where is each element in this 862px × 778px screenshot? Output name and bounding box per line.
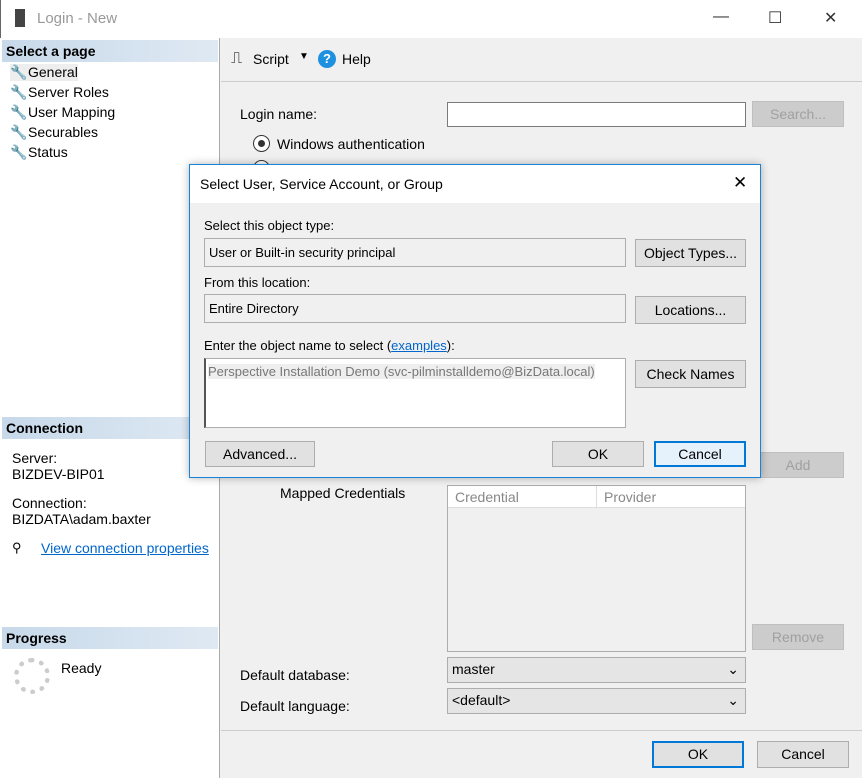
connection-label: Connection:	[12, 495, 87, 511]
location-field: Entire Directory	[204, 294, 626, 323]
dialog-ok-button[interactable]: OK	[552, 441, 644, 467]
window-title: Login - New	[37, 10, 118, 27]
add-button[interactable]: Add	[752, 452, 844, 478]
login-name-label: Login name:	[240, 106, 318, 122]
sidebar-item-label: General	[28, 64, 78, 80]
chevron-down-icon: ⌄	[727, 661, 739, 677]
connection-properties-icon: ⚲	[12, 540, 22, 555]
script-icon: ⎍	[231, 50, 243, 67]
sidebar: Select a page 🔧General 🔧Server Roles 🔧Us…	[0, 38, 220, 778]
selected-value: master	[452, 661, 495, 677]
windows-auth-label: Windows authentication	[277, 136, 425, 152]
sidebar-item-label: User Mapping	[28, 104, 116, 120]
sidebar-item-label: Securables	[28, 124, 99, 140]
sidebar-item-user-mapping[interactable]: 🔧User Mapping	[10, 104, 115, 121]
wrench-icon: 🔧	[10, 84, 28, 100]
chevron-down-icon: ⌄	[727, 692, 739, 708]
select-page-header: Select a page	[2, 40, 218, 62]
server-label: Server:	[12, 450, 58, 466]
select-user-dialog: Select User, Service Account, or Group ✕…	[189, 164, 761, 478]
check-names-button[interactable]: Check Names	[635, 360, 746, 388]
remove-button[interactable]: Remove	[752, 624, 844, 650]
examples-link[interactable]: examples	[391, 338, 447, 353]
wrench-icon: 🔧	[10, 64, 28, 80]
sidebar-item-securables[interactable]: 🔧Securables	[10, 124, 98, 141]
minimize-button[interactable]: —	[713, 8, 729, 26]
connection-value: BIZDATA\adam.baxter	[12, 511, 151, 527]
chevron-down-icon[interactable]: ▼	[299, 51, 309, 62]
sidebar-item-status[interactable]: 🔧Status	[10, 144, 68, 161]
search-button[interactable]: Search...	[752, 101, 844, 127]
close-button[interactable]: ✕	[824, 8, 837, 28]
windows-auth-radio[interactable]	[253, 135, 270, 152]
sidebar-item-label: Status	[28, 144, 68, 160]
toolbar: ⎍ Script ▼ ? Help	[221, 38, 862, 82]
object-name-label: Enter the object name to select (example…	[204, 338, 455, 353]
dialog-cancel-button[interactable]: Cancel	[654, 441, 746, 467]
server-icon	[15, 9, 25, 27]
dialog-title-bar: Select User, Service Account, or Group ✕	[190, 165, 760, 203]
object-type-label: Select this object type:	[204, 218, 335, 233]
object-name-value: Perspective Installation Demo (svc-pilmi…	[208, 364, 595, 379]
sidebar-item-server-roles[interactable]: 🔧Server Roles	[10, 84, 109, 101]
credentials-table: Credential Provider	[447, 485, 746, 652]
ok-button[interactable]: OK	[652, 741, 744, 768]
default-language-select[interactable]: <default> ⌄	[447, 688, 746, 714]
help-icon: ?	[318, 50, 336, 68]
column-header-credential[interactable]: Credential	[455, 489, 519, 505]
default-database-select[interactable]: master ⌄	[447, 657, 746, 683]
object-types-button[interactable]: Object Types...	[635, 239, 746, 267]
column-header-provider[interactable]: Provider	[596, 486, 663, 508]
progress-status: Ready	[61, 660, 102, 676]
wrench-icon: 🔧	[10, 144, 28, 160]
script-button[interactable]: Script	[253, 51, 289, 67]
mapped-credentials-label: Mapped Credentials	[280, 485, 406, 501]
object-name-input[interactable]: Perspective Installation Demo (svc-pilmi…	[204, 358, 626, 428]
locations-button[interactable]: Locations...	[635, 296, 746, 324]
help-button[interactable]: Help	[342, 51, 371, 67]
server-value: BIZDEV-BIP01	[12, 466, 105, 482]
wrench-icon: 🔧	[10, 104, 28, 120]
selected-value: <default>	[452, 692, 511, 708]
divider	[221, 730, 862, 731]
sidebar-item-general[interactable]: 🔧General	[10, 64, 78, 81]
progress-spinner-icon	[14, 658, 50, 694]
maximize-button[interactable]: ☐	[768, 8, 782, 28]
view-connection-properties-link[interactable]: View connection properties	[41, 540, 209, 556]
location-label: From this location:	[204, 275, 311, 290]
connection-header: Connection	[2, 417, 218, 439]
title-bar: Login - New — ☐ ✕	[0, 0, 862, 38]
cancel-button[interactable]: Cancel	[757, 741, 849, 768]
advanced-button[interactable]: Advanced...	[205, 441, 315, 467]
sidebar-item-label: Server Roles	[28, 84, 109, 100]
progress-header: Progress	[2, 627, 218, 649]
object-type-field: User or Built-in security principal	[204, 238, 626, 267]
login-name-input[interactable]	[447, 102, 746, 127]
dialog-title: Select User, Service Account, or Group	[200, 176, 443, 192]
default-database-label: Default database:	[240, 667, 350, 683]
wrench-icon: 🔧	[10, 124, 28, 140]
default-language-label: Default language:	[240, 698, 350, 714]
dialog-close-button[interactable]: ✕	[733, 173, 747, 193]
